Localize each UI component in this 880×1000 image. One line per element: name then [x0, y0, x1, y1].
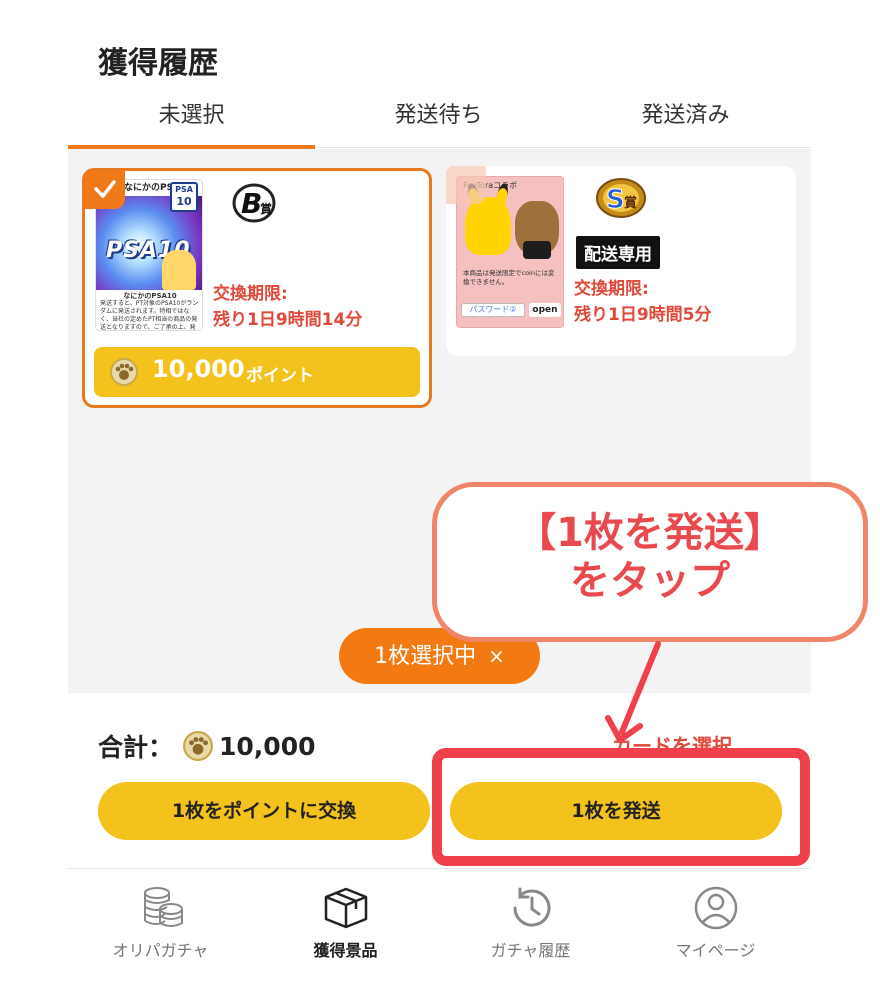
- paw-coin-icon: [110, 358, 138, 386]
- expiry-info: 交換期限: 残り1日9時間14分: [213, 281, 362, 333]
- nav-item-prizes[interactable]: 獲得景品: [253, 885, 438, 961]
- card-note: 本商品は発送限定でcoinには変換できません。: [463, 269, 555, 286]
- card-caption: なにかのPSA10 発送すると、PT対象のPSA10がランダムに発送されます。特…: [96, 290, 202, 331]
- instruction-line-2: をタップ: [570, 558, 730, 604]
- character-illustration: [162, 250, 196, 290]
- tab-unselected[interactable]: 未選択: [68, 96, 315, 149]
- svg-text:賞: 賞: [260, 201, 272, 216]
- points-value-pill: 10,000 ポイント: [94, 347, 420, 397]
- tab-shipped[interactable]: 発送済み: [562, 96, 809, 148]
- psa-badge-num: 10: [176, 195, 192, 208]
- clear-selection-icon[interactable]: ×: [488, 644, 505, 668]
- paw-coin-icon: [183, 731, 214, 761]
- expiry-label: 交換期限:: [574, 279, 649, 299]
- prize-card-favtora[interactable]: FavToraコラボ 本商品は発送限定でcoinには変換できません。 パスワード…: [446, 166, 796, 356]
- instruction-callout: 【1枚を発送】 をタップ: [432, 482, 868, 642]
- page-title: 獲得履歴: [98, 46, 218, 81]
- password-label: パスワード②: [461, 303, 525, 317]
- character-illustration: [465, 197, 511, 255]
- card-caption-title: なにかのPSA10: [123, 292, 177, 300]
- psa-badge: PSA 10: [170, 182, 198, 212]
- nav-label: マイページ: [675, 941, 756, 960]
- nav-item-my-page[interactable]: マイページ: [623, 885, 808, 961]
- instruction-arrow-icon: [605, 641, 661, 743]
- total-label: 合計：: [98, 733, 174, 762]
- svg-text:S: S: [606, 185, 625, 215]
- svg-text:賞: 賞: [624, 195, 637, 211]
- total-summary: 合計： 10,000: [98, 728, 316, 764]
- nav-item-oripa-gacha[interactable]: オリパガチャ: [68, 885, 253, 961]
- coins-stack-icon: [143, 887, 183, 927]
- s-rank-badge-icon: S 賞: [596, 178, 646, 218]
- tab-bar: 未選択 発送待ち 発送済み: [68, 96, 811, 149]
- instruction-line-1: 【1枚を発送】: [516, 510, 784, 556]
- selected-check-icon[interactable]: [85, 171, 125, 209]
- expiry-remaining: 残り1日9時間14分: [213, 310, 363, 330]
- expiry-label: 交換期限:: [213, 284, 288, 304]
- nav-label: オリパガチャ: [112, 941, 209, 960]
- open-label: open: [529, 303, 561, 317]
- ship-button-highlight: [432, 748, 810, 866]
- card-caption-body: 発送すると、PT対象のPSA10がランダムに発送されます。特相ではなく、当社の定…: [100, 300, 199, 331]
- user-icon: [694, 886, 737, 930]
- unselected-check-icon[interactable]: [446, 166, 486, 204]
- shipping-only-badge: 配送専用: [576, 236, 660, 269]
- tab-awaiting-shipment[interactable]: 発送待ち: [315, 96, 562, 148]
- points-amount: 10,000: [152, 355, 245, 383]
- expiry-info: 交換期限: 残り1日9時間5分: [574, 276, 712, 328]
- history-icon: [513, 887, 550, 927]
- expiry-remaining: 残り1日9時間5分: [574, 305, 712, 325]
- selection-count-label: 1枚選択中: [374, 644, 477, 669]
- nav-item-gacha-history[interactable]: ガチャ履歴: [438, 885, 623, 961]
- bear-illustration: [515, 201, 559, 259]
- b-rank-badge-icon: B 賞: [232, 183, 276, 223]
- total-value: 10,000: [219, 731, 316, 761]
- exchange-to-points-button[interactable]: 1枚をポイントに交換: [98, 782, 430, 840]
- box-icon: [324, 887, 367, 929]
- nav-label: 獲得景品: [313, 941, 378, 960]
- points-unit: ポイント: [246, 366, 314, 386]
- bottom-navigation: オリパガチャ 獲得景品 ガチャ履歴 マイページ: [68, 868, 811, 1000]
- prize-card-psa10[interactable]: なにかのPSA10 PSA 10 PSA10 なにかのPSA10 発送すると、P…: [82, 168, 432, 408]
- nav-label: ガチャ履歴: [490, 941, 571, 960]
